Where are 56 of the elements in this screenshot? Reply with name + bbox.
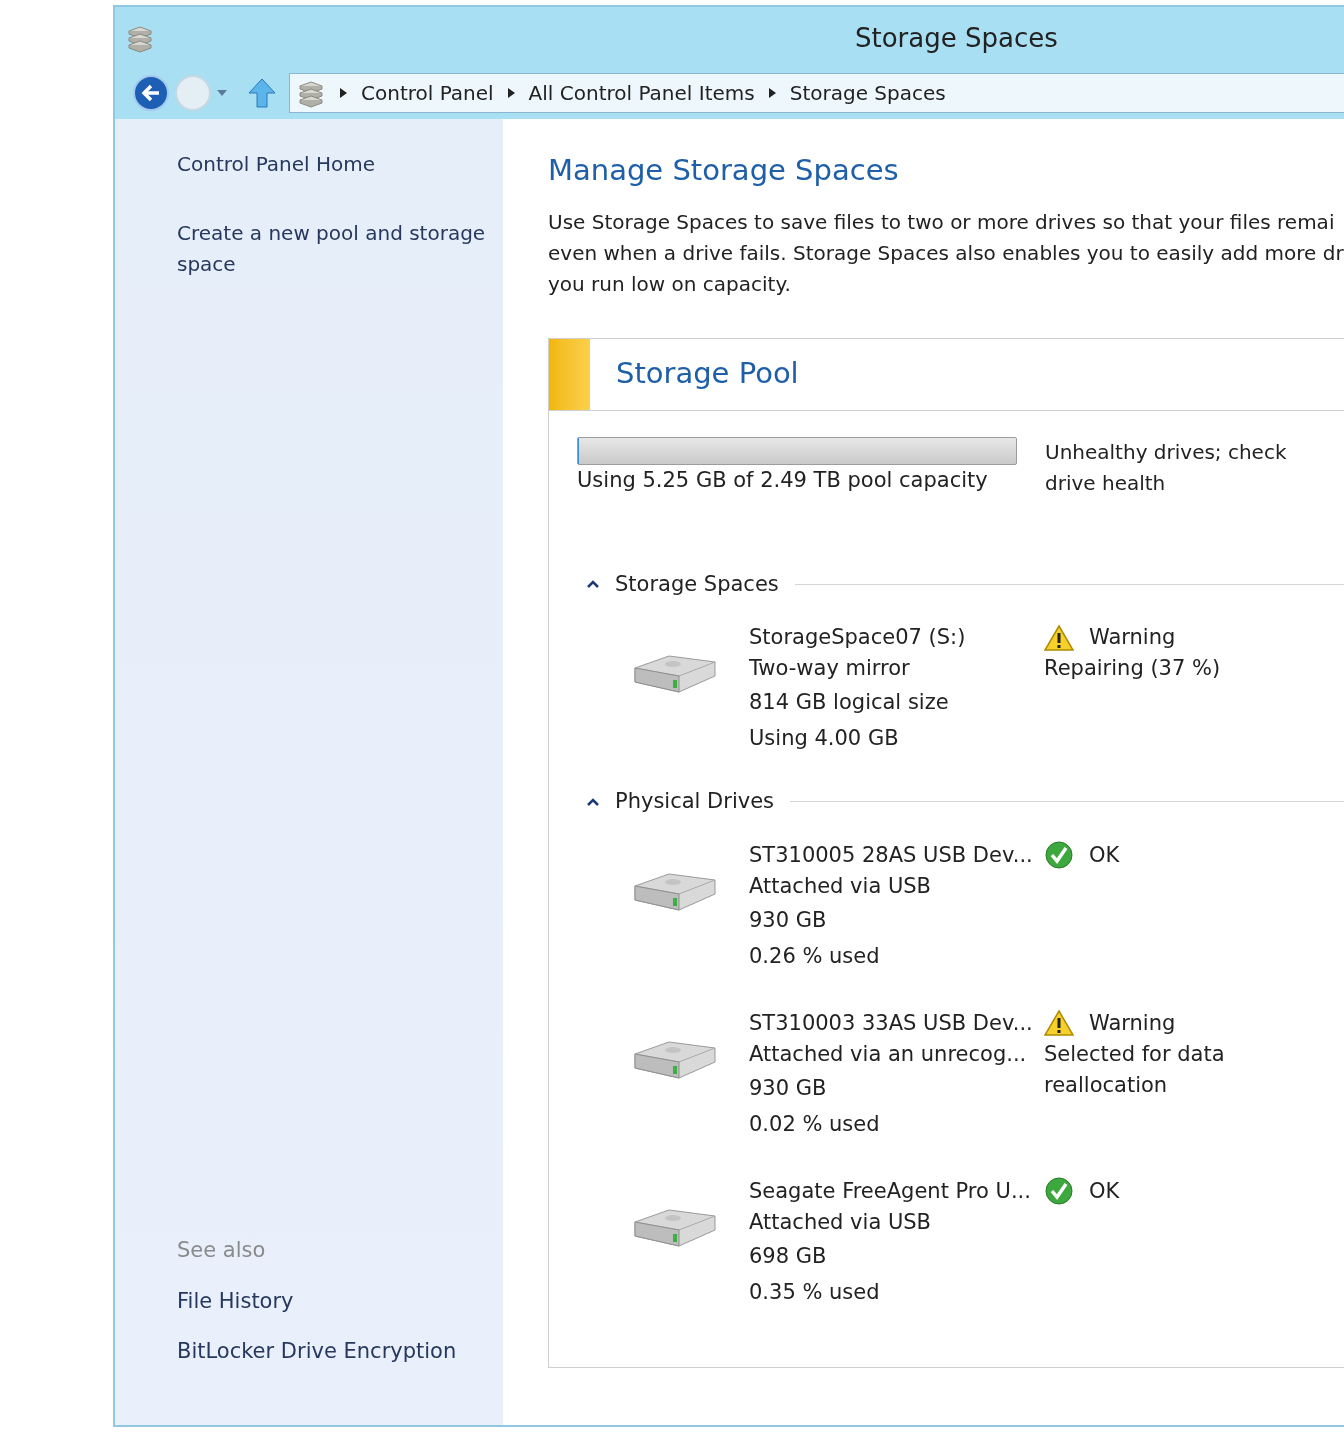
storage-icon	[125, 23, 155, 53]
drive-detail: 930 GB	[749, 1074, 828, 1102]
sidebar-link[interactable]: File History	[177, 1286, 503, 1318]
section-header[interactable]: Storage Spaces	[615, 568, 779, 600]
warning-icon	[1044, 1009, 1074, 1037]
drive-detail: 0.35 % used	[749, 1278, 881, 1306]
check-icon	[1044, 840, 1074, 870]
window-title: Storage Spaces	[855, 21, 1058, 55]
drive-detail: Seagate FreeAgent Pro U...	[749, 1177, 1032, 1205]
breadcrumb-arrow-icon[interactable]	[340, 88, 347, 98]
drive-detail: StorageSpace07 (S:)	[749, 624, 967, 651]
page-heading: Manage Storage Spaces	[548, 152, 900, 189]
breadcrumb[interactable]: All Control Panel Items	[528, 78, 755, 108]
drive-detail: 814 GB logical size	[749, 689, 950, 716]
card-title: Storage Pool	[616, 355, 799, 393]
see-also-heading: See also	[177, 1236, 267, 1264]
back-button[interactable]	[133, 75, 169, 111]
sidebar-link[interactable]: Control Panel Home	[177, 149, 503, 180]
description-line: Use Storage Spaces to save files to two or more drives so that your files remai	[548, 208, 1336, 236]
dropdown-caret-icon[interactable]	[217, 90, 227, 96]
pool-status: Unhealthy drives; check drive health	[1045, 438, 1288, 497]
breadcrumb-arrow-icon[interactable]	[507, 88, 515, 98]
status-detail: Selected for data reallocation	[1044, 1040, 1226, 1099]
status-label: Warning	[1089, 624, 1176, 651]
section-header[interactable]: Physical Drives	[615, 786, 775, 818]
collapse-chevron-icon[interactable]	[587, 580, 599, 589]
drive-detail: 698 GB	[749, 1242, 828, 1270]
back-arrow-icon	[141, 84, 161, 102]
drive-detail: Attached via an unrecog...	[749, 1040, 1028, 1068]
drive-detail: Attached via USB	[749, 872, 933, 900]
address-bar[interactable]: Control Panel All Control Panel Items Storage Spaces	[289, 73, 1344, 113]
capacity-caption: Using 5.25 GB of 2.49 TB pool capacity	[577, 466, 989, 494]
status-label: OK	[1089, 1177, 1120, 1205]
drive-detail: 0.02 % used	[749, 1110, 881, 1138]
drive-detail: ST310005 28AS USB Dev...	[749, 841, 1034, 869]
drive-detail: ST310003 33AS USB Dev...	[749, 1009, 1034, 1037]
drive-detail: 0.26 % used	[749, 942, 881, 970]
status-label: OK	[1089, 841, 1120, 869]
sidebar-link[interactable]: BitLocker Drive Encryption	[177, 1335, 503, 1367]
drive-detail: 930 GB	[749, 906, 828, 934]
breadcrumb[interactable]: Control Panel	[361, 78, 494, 108]
drive-detail: Using 4.00 GB	[749, 725, 900, 752]
accent-bar	[549, 338, 590, 410]
sidebar-link[interactable]: Create a new pool and storage space	[177, 218, 503, 280]
check-icon	[1044, 1176, 1074, 1206]
status-detail: Repairing (37 %)	[1044, 655, 1222, 682]
storage-icon	[296, 78, 326, 108]
drive-detail: Two-way mirror	[749, 655, 911, 682]
breadcrumb[interactable]: Storage Spaces	[789, 78, 946, 108]
status-label: Warning	[1089, 1009, 1176, 1037]
collapse-chevron-icon[interactable]	[587, 797, 599, 806]
drive-detail: Attached via USB	[749, 1208, 933, 1236]
breadcrumb-arrow-icon[interactable]	[768, 88, 776, 98]
warning-icon	[1044, 623, 1074, 652]
description-line: you run low on capacity.	[548, 270, 792, 298]
description-line: even when a drive fails. Storage Spaces also enables you to easily add more dr	[548, 239, 1344, 267]
